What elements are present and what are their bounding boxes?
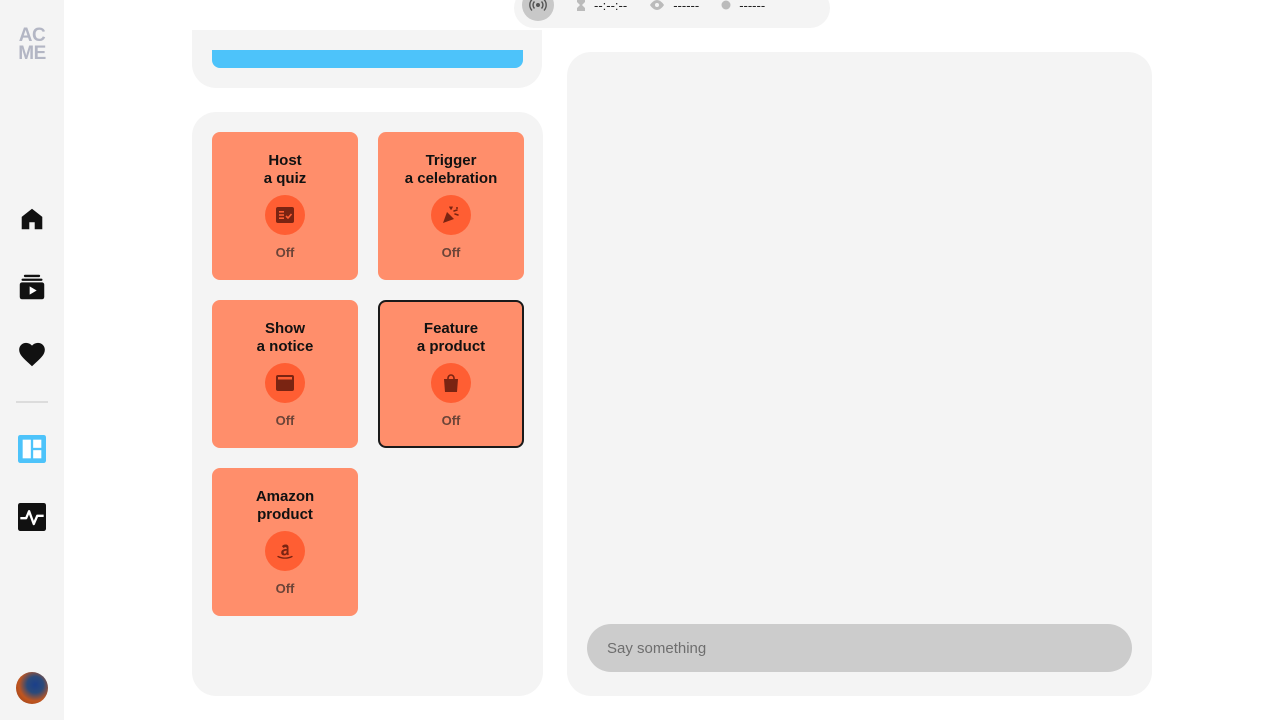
heart-icon bbox=[19, 342, 45, 367]
notice-icon bbox=[265, 363, 305, 403]
dashboard-icon bbox=[18, 435, 46, 463]
dot-icon bbox=[721, 0, 731, 10]
card-status: Off bbox=[275, 413, 295, 428]
stream-status-bar: --:--:-- ------ ------ bbox=[514, 0, 830, 28]
chat-message-input[interactable] bbox=[587, 624, 1132, 672]
action-card-trigger-celebration[interactable]: Trigger a celebration Off bbox=[378, 132, 524, 280]
stream-timer: --:--:-- bbox=[576, 0, 627, 13]
video-library-icon bbox=[19, 274, 45, 300]
card-title: Feature a product bbox=[416, 320, 486, 355]
live-broadcast-button[interactable] bbox=[522, 0, 554, 21]
eye-icon bbox=[649, 0, 665, 10]
activity-icon bbox=[18, 503, 46, 531]
card-status: Off bbox=[275, 245, 295, 260]
shopping-bag-icon bbox=[431, 363, 471, 403]
card-status: Off bbox=[441, 413, 461, 428]
card-title: Amazon product bbox=[255, 488, 315, 523]
viewer-count: ------ bbox=[649, 0, 699, 13]
party-popper-icon bbox=[431, 195, 471, 235]
logo[interactable]: AC ME bbox=[16, 26, 48, 63]
action-card-feature-product[interactable]: Feature a product Off bbox=[378, 300, 524, 448]
sidebar-item-dashboard[interactable] bbox=[16, 433, 48, 465]
action-card-amazon-product[interactable]: Amazon product Off bbox=[212, 468, 358, 616]
action-card-host-quiz[interactable]: Host a quiz Off bbox=[212, 132, 358, 280]
top-action-button[interactable] bbox=[212, 50, 523, 68]
timer-icon bbox=[576, 0, 586, 11]
broadcast-icon bbox=[529, 0, 547, 11]
avatar[interactable] bbox=[16, 672, 48, 704]
card-status: Off bbox=[441, 245, 461, 260]
amazon-icon bbox=[265, 531, 305, 571]
sidebar-item-home[interactable] bbox=[16, 203, 48, 235]
sidebar-item-videos[interactable] bbox=[16, 271, 48, 303]
action-card-show-notice[interactable]: Show a notice Off bbox=[212, 300, 358, 448]
sidebar: AC ME bbox=[0, 0, 64, 720]
sidebar-divider bbox=[16, 401, 48, 403]
card-title: Show a notice bbox=[256, 320, 314, 355]
card-title: Host a quiz bbox=[263, 152, 307, 187]
chat-panel bbox=[567, 52, 1152, 696]
card-title: Trigger a celebration bbox=[404, 152, 498, 187]
home-icon bbox=[21, 208, 43, 230]
sidebar-item-favorites[interactable] bbox=[16, 338, 48, 370]
sidebar-item-analytics[interactable] bbox=[16, 501, 48, 533]
top-panel bbox=[192, 30, 542, 88]
quiz-icon bbox=[265, 195, 305, 235]
interactive-actions-panel: Host a quiz Off Trigger a celebration Off … bbox=[192, 112, 543, 696]
status-indicator: ------ bbox=[721, 0, 765, 13]
card-status: Off bbox=[275, 581, 295, 596]
